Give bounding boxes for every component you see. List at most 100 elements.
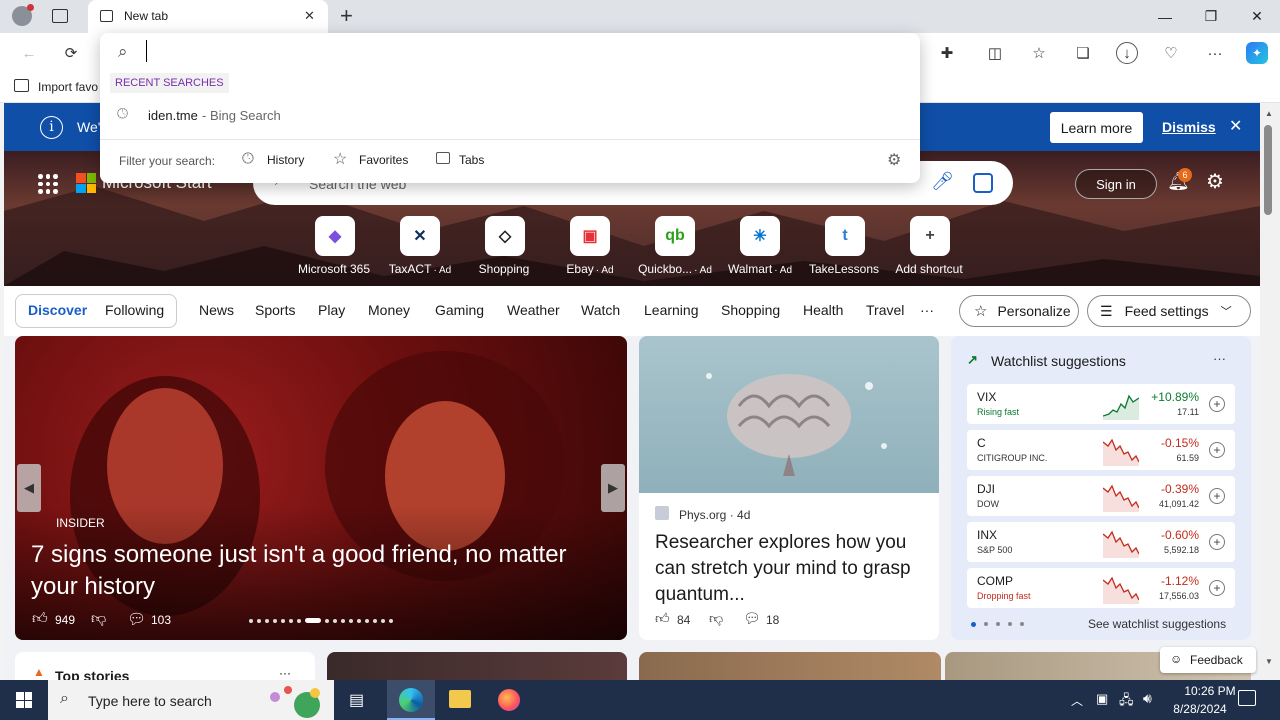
nav-link-learning[interactable]: Learning [644,302,699,318]
security-tray-icon[interactable]: ▣ [1096,691,1108,707]
scroll-up-icon[interactable]: ▲ [1265,109,1273,118]
show-hidden-icons-chevron-icon[interactable]: ︿ [1071,692,1083,709]
like-icon[interactable]: 👍︎ [655,610,670,627]
shortcut-tile[interactable]: ◆ Microsoft 365 [295,216,375,276]
nav-link-money[interactable]: Money [368,302,410,318]
story-thumbnail[interactable] [327,652,627,680]
new-tab-button[interactable]: + [340,3,353,29]
downloads-icon[interactable]: ↓ [1116,42,1138,64]
browser-essentials-icon[interactable]: ♡ [1160,42,1182,64]
import-favorites-link[interactable]: Import favo [38,80,98,94]
story-headline[interactable]: 7 signs someone just isn't a good friend… [31,539,611,603]
nav-link-watch[interactable]: Watch [581,302,620,318]
add-to-watchlist-icon[interactable]: + [1209,534,1225,550]
filter-tabs[interactable]: Tabs [459,153,484,167]
shortcut-tile[interactable]: ✕ TaxACT · Ad [380,216,460,276]
watchlist-more-icon[interactable]: ··· [1213,351,1226,366]
carousel-prev-button[interactable]: ◀ [17,464,41,512]
nav-link-sports[interactable]: Sports [255,302,295,318]
voice-search-icon[interactable]: 🎤︎ [931,171,954,192]
stock-row[interactable]: INX S&P 500 -0.60% 5,592.18 + [967,522,1235,562]
extensions-icon[interactable]: ✚ [936,42,958,64]
shortcut-tile[interactable]: qb Quickbo... · Ad [635,216,715,276]
shortcut-tile[interactable]: ▣ Ebay · Ad [550,216,630,276]
nav-link-health[interactable]: Health [803,302,843,318]
edge-taskbar-icon[interactable] [387,680,435,720]
nav-link-travel[interactable]: Travel [866,302,904,318]
carousel-dots[interactable] [249,618,393,623]
apps-launcher-icon[interactable] [38,174,58,194]
task-view-icon[interactable]: ▤ [349,690,364,710]
nav-link-gaming[interactable]: Gaming [435,302,484,318]
add-to-watchlist-icon[interactable]: + [1209,442,1225,458]
feed-settings-button[interactable]: ☰ Feed settings ﹀ [1087,295,1251,327]
stock-row[interactable]: DJI DOW -0.39% 41,091.42 + [967,476,1235,516]
close-tab-icon[interactable]: ✕ [304,8,315,24]
recent-search-item[interactable]: 🕓︎ iden.tme - Bing Search [100,101,920,129]
tab-actions-icon[interactable] [52,9,68,23]
tab-new-tab[interactable]: New tab ✕ [88,0,328,33]
learn-more-button[interactable]: Learn more [1050,112,1143,143]
nav-link-weather[interactable]: Weather [507,302,560,318]
feedback-button[interactable]: ☺ Feedback [1160,647,1256,673]
comment-icon[interactable]: 💬︎ [127,610,146,628]
address-bar-input[interactable] [146,40,886,62]
shortcut-tile[interactable]: ✳ Walmart · Ad [720,216,800,276]
filter-history[interactable]: History [267,153,304,167]
story-headline[interactable]: Researcher explores how you can stretch … [655,530,930,608]
science-story-card[interactable]: Phys.org · 4d Researcher explores how yo… [639,336,939,640]
add-to-watchlist-icon[interactable]: + [1209,580,1225,596]
firefox-icon[interactable] [498,689,520,711]
scroll-down-icon[interactable]: ▼ [1265,657,1273,666]
tab-discover[interactable]: Discover [28,302,87,318]
see-watchlist-link[interactable]: See watchlist suggestions [1088,617,1226,631]
watchlist-page-dots[interactable] [971,622,1024,627]
favorites-icon[interactable]: ☆ [1028,42,1050,64]
clock-date[interactable]: 8/28/2024 [1160,702,1240,716]
nav-more-icon[interactable]: ··· [920,302,934,318]
comment-icon[interactable]: 💬︎ [743,610,761,627]
more-menu-icon[interactable]: ··· [1204,42,1226,64]
start-windows-icon[interactable] [16,692,32,708]
minimize-button[interactable]: — [1142,0,1188,33]
tab-following[interactable]: Following [105,302,164,318]
like-icon[interactable]: 👍︎ [32,610,48,628]
taskbar-search-box[interactable]: ⌕ Type here to search [48,680,334,720]
scroll-thumb[interactable] [1264,125,1272,215]
sign-in-button[interactable]: Sign in [1075,169,1157,199]
close-banner-icon[interactable]: ✕ [1229,116,1242,136]
filter-favorites[interactable]: Favorites [359,153,408,167]
close-window-button[interactable]: ✕ [1234,0,1280,33]
page-settings-gear-icon[interactable]: ⚙ [1206,169,1224,194]
nav-link-shopping[interactable]: Shopping [721,302,780,318]
collections-icon[interactable]: ❏ [1072,42,1094,64]
notification-center-icon[interactable] [1238,690,1256,706]
split-screen-icon[interactable]: ◫ [984,42,1006,64]
shortcut-tile[interactable]: ◇ Shopping [465,216,545,276]
refresh-icon[interactable]: ⟳ [60,42,82,64]
stock-row[interactable]: C CITIGROUP INC. -0.15% 61.59 + [967,430,1235,470]
story-thumbnail[interactable] [639,652,941,680]
volume-icon[interactable]: 🔊︎ [1143,690,1152,707]
visual-search-icon[interactable] [973,173,993,193]
nav-link-play[interactable]: Play [318,302,345,318]
maximize-button[interactable]: ❐ [1188,0,1234,33]
nav-link-news[interactable]: News [199,302,234,318]
network-icon[interactable]: 🖧︎ [1119,691,1134,713]
dislike-icon[interactable]: 👎︎ [709,610,723,627]
profile-icon[interactable] [12,4,34,26]
stock-row[interactable]: VIX Rising fast +10.89% 17.11 + [967,384,1235,424]
top-stories-more-icon[interactable]: ··· [279,666,291,680]
back-icon[interactable]: ← [18,42,40,64]
carousel-next-button[interactable]: ▶ [601,464,625,512]
personalize-button[interactable]: ☆ Personalize [959,295,1079,327]
stock-row[interactable]: COMP Dropping fast -1.12% 17,556.03 + [967,568,1235,608]
search-settings-gear-icon[interactable]: ⚙ [887,150,901,170]
add-to-watchlist-icon[interactable]: + [1209,396,1225,412]
featured-story-card[interactable]: ◀ ▶ INSIDER 7 signs someone just isn't a… [15,336,627,640]
add-to-watchlist-icon[interactable]: + [1209,488,1225,504]
dislike-icon[interactable]: 👎︎ [91,610,106,628]
copilot-icon[interactable]: ✦ [1246,42,1268,64]
shortcut-tile[interactable]: + Add shortcut [890,216,970,276]
dismiss-link[interactable]: Dismiss [1162,119,1216,135]
